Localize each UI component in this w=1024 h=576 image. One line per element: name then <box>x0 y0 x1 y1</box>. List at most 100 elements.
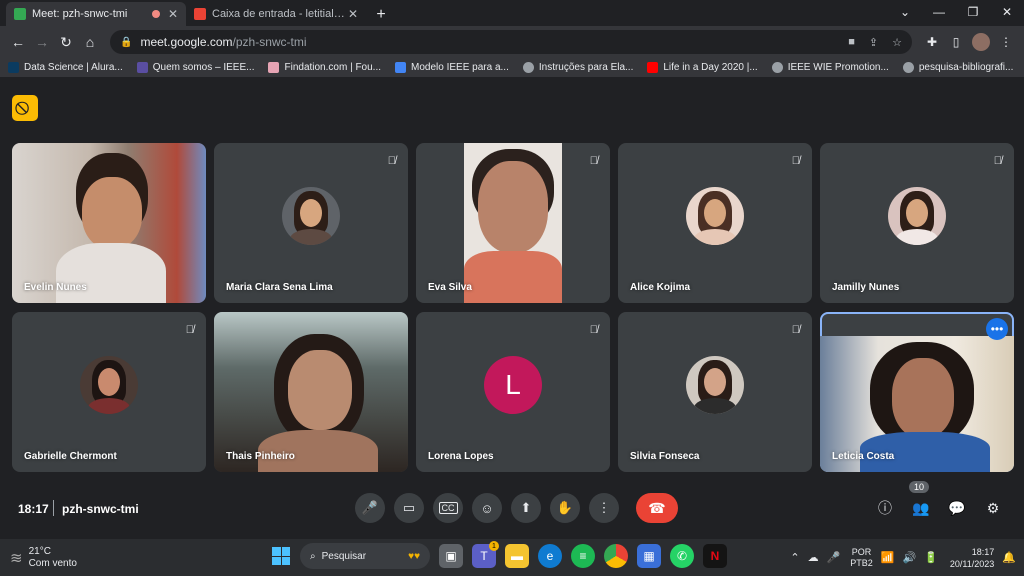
leave-call-button[interactable]: ☎ <box>636 493 678 523</box>
participant-name: Maria Clara Sena Lima <box>226 282 333 293</box>
volume-icon[interactable]: 🔊 <box>903 551 917 564</box>
side-panel-icon[interactable]: ▯ <box>944 30 968 54</box>
reload-button[interactable]: ↻ <box>54 30 78 54</box>
lock-icon[interactable]: 🔒 <box>120 37 132 48</box>
tab-gmail[interactable]: Caixa de entrada - letitialobato@ ✕ <box>186 2 366 26</box>
participant-name: Leticia Costa <box>832 451 895 462</box>
camera-off-icon[interactable]: ⃠ <box>12 95 38 121</box>
chevron-up-icon[interactable]: ⌃ <box>790 551 799 564</box>
bookmark-item[interactable]: IEEE WIE Promotion... <box>771 62 889 73</box>
battery-icon[interactable]: 🔋 <box>924 551 938 564</box>
whatsapp-icon[interactable]: ✆ <box>670 544 694 568</box>
present-screen-icon: ⬆ <box>520 500 532 515</box>
close-tab-icon[interactable]: ✕ <box>168 7 178 21</box>
camera-button[interactable]: ▭ <box>394 493 424 523</box>
separator <box>53 500 54 516</box>
participant-tile[interactable]: Evelin Nunes <box>12 143 206 303</box>
taskbar-search[interactable]: ⌕ Pesquisar ♥♥ <box>300 543 430 569</box>
language-indicator[interactable]: POR PTB2 <box>850 547 873 569</box>
wind-icon: ≋ <box>10 549 23 567</box>
participant-tile[interactable]: 🎙̸ Thais Pinheiro <box>214 312 408 472</box>
microphone-button[interactable]: 🎤 <box>355 493 385 523</box>
more-vert-icon: ⋮ <box>597 500 611 515</box>
weather-condition: Com vento <box>28 557 77 569</box>
spotify-icon[interactable]: ≡ <box>571 544 595 568</box>
docs-icon <box>395 62 407 73</box>
meeting-code: pzh-snwc-tmi <box>62 502 139 516</box>
participant-avatar <box>888 187 946 245</box>
new-tab-button[interactable]: + <box>370 4 392 26</box>
hang-up-icon: ☎ <box>648 499 666 516</box>
address-bar[interactable]: 🔒 meet.google.com/pzh-snwc-tmi ■ ⇪ ☆ <box>110 30 912 54</box>
bookmark-star-icon[interactable]: ☆ <box>892 36 902 49</box>
participant-tile[interactable]: 🎙̸ Jamilly Nunes <box>820 143 1014 303</box>
back-button[interactable]: ← <box>6 30 30 54</box>
participant-tile[interactable]: ••• Leticia Costa <box>820 312 1014 472</box>
emoji-icon: ☺ <box>480 500 494 516</box>
menu-icon[interactable]: ⋮ <box>994 30 1018 54</box>
tab-search-icon[interactable]: ⌄ <box>888 0 922 24</box>
url-host: meet.google.com <box>140 35 233 49</box>
netflix-icon[interactable]: N <box>703 544 727 568</box>
weather-widget[interactable]: ≋ 21°C Com vento <box>10 546 230 570</box>
hand-icon: ✋ <box>556 500 574 515</box>
reactions-button[interactable]: ☺ <box>472 493 502 523</box>
bookmark-item[interactable]: Quem somos – IEEE... <box>136 62 254 73</box>
store-icon[interactable]: ▦ <box>637 544 661 568</box>
restore-button[interactable]: ❐ <box>956 0 990 24</box>
activities-button[interactable]: ⚙ <box>978 493 1008 523</box>
participant-name: Thais Pinheiro <box>226 451 295 462</box>
captions-button[interactable]: CC <box>433 493 463 523</box>
meeting-details-button[interactable]: ⓘ <box>870 493 900 523</box>
participant-tile[interactable]: 🎙̸ Gabrielle Chermont <box>12 312 206 472</box>
teams-icon[interactable]: T1 <box>472 541 499 568</box>
browser-toolbar: ← → ↻ ⌂ 🔒 meet.google.com/pzh-snwc-tmi ■… <box>0 26 1024 58</box>
close-window-button[interactable]: ✕ <box>990 0 1024 24</box>
cloud-icon[interactable]: ☁ <box>808 551 819 564</box>
chat-button[interactable]: 💬 <box>942 493 972 523</box>
participant-tile[interactable]: 🎙̸ Alice Kojima <box>618 143 812 303</box>
participant-name: Silvia Fonseca <box>630 451 700 462</box>
wifi-icon[interactable]: 📶 <box>881 551 895 564</box>
camera-icon[interactable]: ■ <box>848 36 855 48</box>
bookmark-label: Instruções para Ela... <box>538 62 634 73</box>
mic-off-icon: 🎙̸ <box>387 155 396 167</box>
close-tab-icon[interactable]: ✕ <box>348 7 358 21</box>
bookmark-item[interactable]: Modelo IEEE para a... <box>395 62 509 73</box>
bookmark-item[interactable]: Data Science | Alura... <box>8 62 123 73</box>
forward-button[interactable]: → <box>30 30 54 54</box>
participant-tile[interactable]: 🎙̸ Silvia Fonseca <box>618 312 812 472</box>
participant-tile[interactable]: 🎙̸ Eva Silva <box>416 143 610 303</box>
raise-hand-button[interactable]: ✋ <box>550 493 580 523</box>
home-button[interactable]: ⌂ <box>78 30 102 54</box>
participant-tile[interactable]: 🎙̸ Maria Clara Sena Lima <box>214 143 408 303</box>
bookmark-item[interactable]: Instruções para Ela... <box>522 62 634 73</box>
present-button[interactable]: ⬆ <box>511 493 541 523</box>
chrome-icon[interactable] <box>604 544 628 568</box>
edge-icon[interactable]: e <box>538 544 562 568</box>
profile-avatar[interactable] <box>972 33 990 51</box>
meeting-time: 18:17 <box>18 502 49 516</box>
extensions-icon[interactable]: ✚ <box>920 30 944 54</box>
bookmark-item[interactable]: pesquisa-bibliografi... <box>902 62 1013 73</box>
bookmark-item[interactable]: Findation.com | Fou... <box>268 62 381 73</box>
participant-name: Eva Silva <box>428 282 472 293</box>
microphone-icon: 🎤 <box>361 500 379 515</box>
task-view-icon[interactable]: ▣ <box>439 544 463 568</box>
bookmark-label: Modelo IEEE para a... <box>411 62 509 73</box>
video-camera-icon: ▭ <box>402 500 416 515</box>
participant-tile[interactable]: 🎙̸ L Lorena Lopes <box>416 312 610 472</box>
bookmark-item[interactable]: Life in a Day 2020 |... <box>647 62 758 73</box>
file-explorer-icon[interactable]: ▬ <box>505 544 529 568</box>
taskbar-clock[interactable]: 18:17 20/11/2023 <box>950 546 994 570</box>
tab-meet[interactable]: Meet: pzh-snwc-tmi ✕ <box>6 2 186 26</box>
participant-video <box>464 143 562 303</box>
people-button[interactable]: 10 👥 <box>906 481 936 523</box>
share-icon[interactable]: ⇪ <box>869 36 878 49</box>
windows-start-icon[interactable] <box>272 547 290 565</box>
microphone-tray-icon[interactable]: 🎤 <box>827 551 841 564</box>
more-options-button[interactable]: ⋮ <box>589 493 619 523</box>
notification-bell-icon[interactable]: 🔔 <box>1002 551 1016 564</box>
more-options-button[interactable]: ••• <box>986 318 1008 340</box>
minimize-button[interactable]: — <box>922 0 956 24</box>
